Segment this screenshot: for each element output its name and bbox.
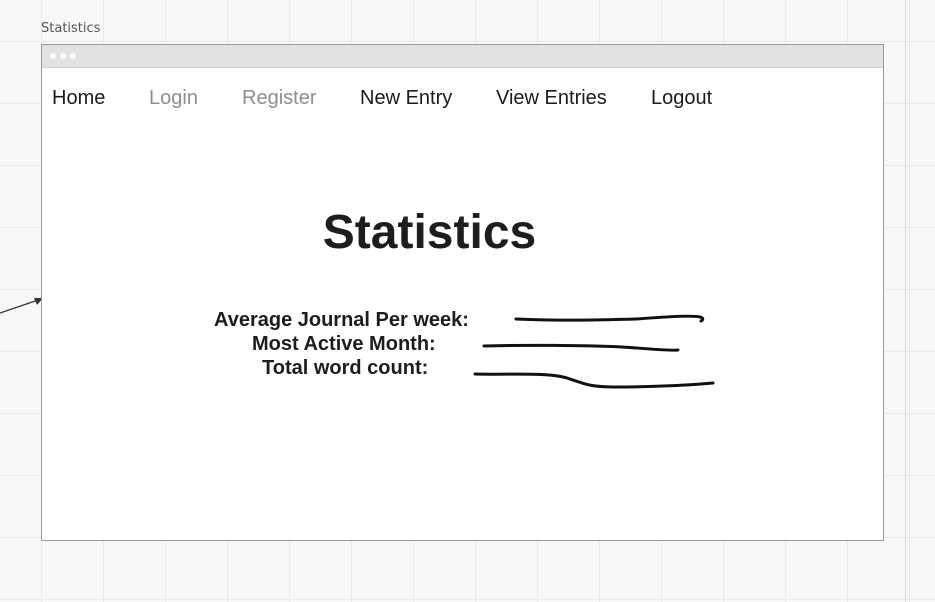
stat-value-scribble-average [514,314,705,323]
frame-label[interactable]: Statistics [41,21,100,36]
scribble-layer [473,314,715,389]
stat-value-scribble-month [482,343,680,352]
stat-value-scribble-wordcount [473,372,715,389]
grid-divider [905,0,906,602]
browser-window: Home Login Register New Entry View Entri… [41,44,884,541]
whiteboard-canvas[interactable]: Statistics Home Login Register New Entry… [0,0,935,602]
